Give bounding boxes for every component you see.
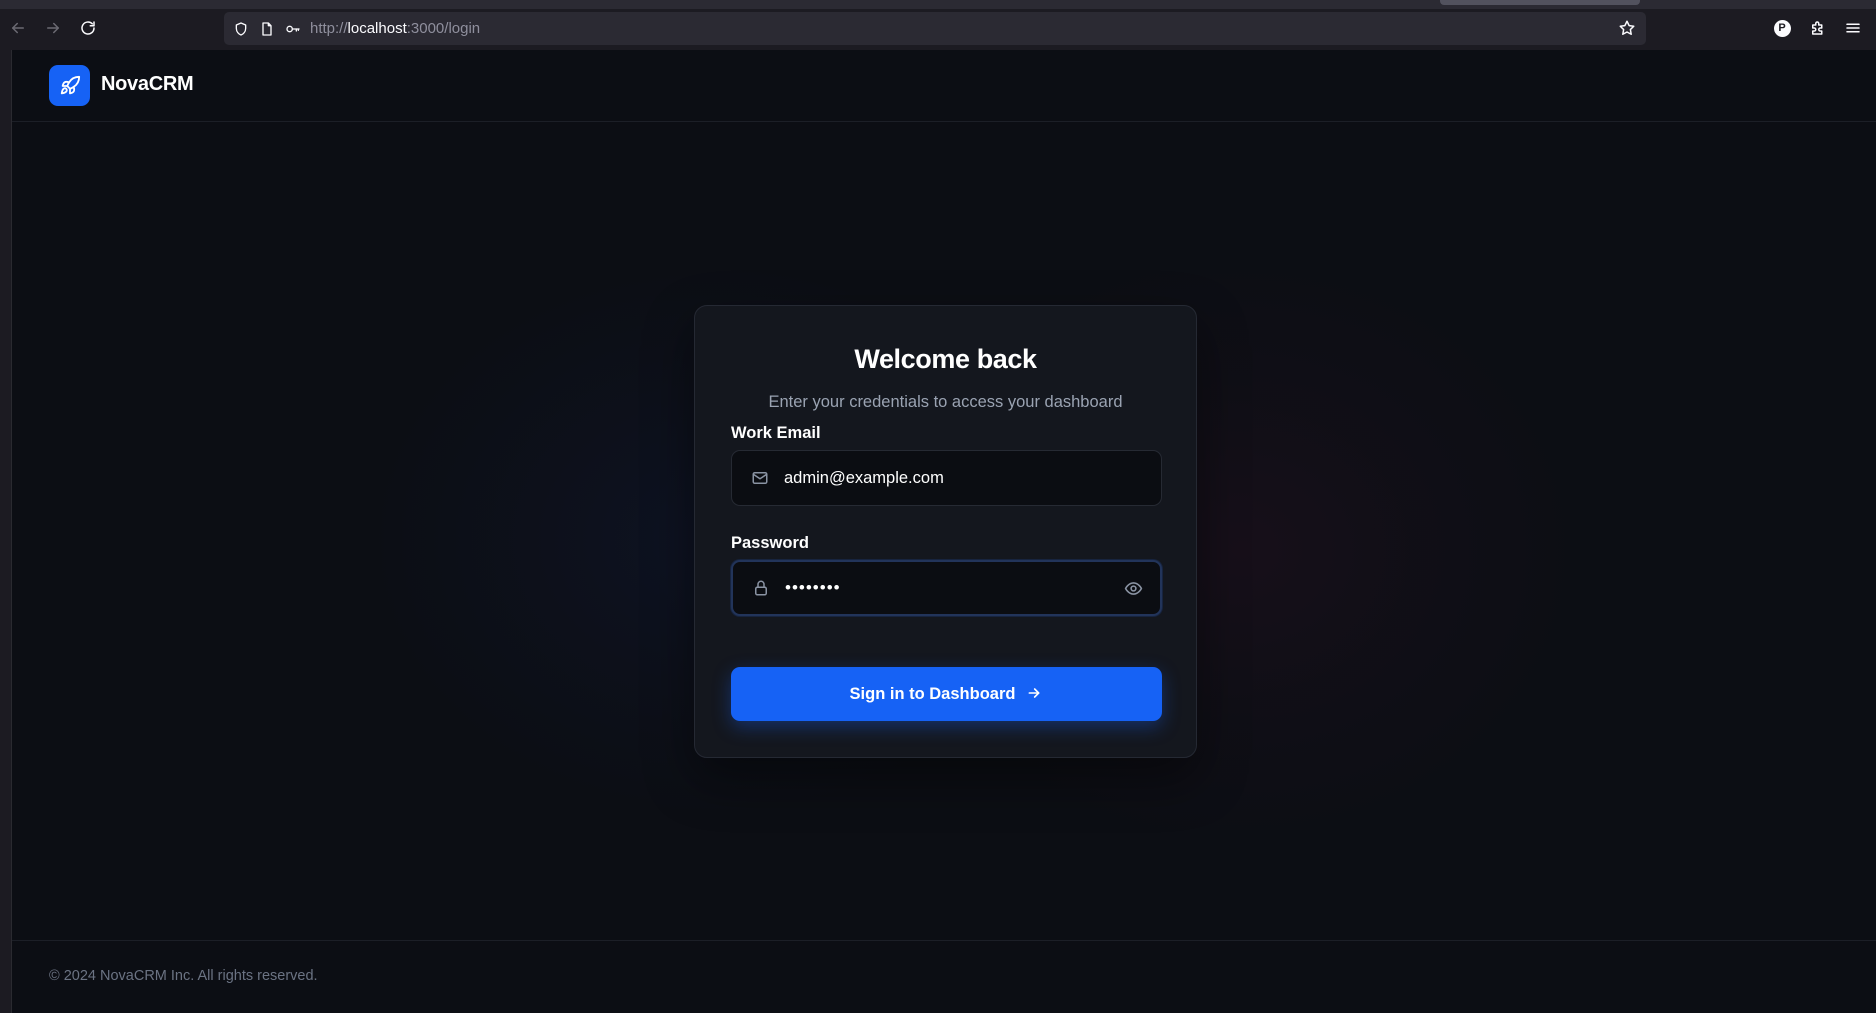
reload-button[interactable] xyxy=(74,14,102,42)
sign-in-label: Sign in to Dashboard xyxy=(849,684,1016,703)
avatar: P xyxy=(1773,19,1791,37)
forward-button[interactable] xyxy=(39,14,67,42)
hamburger-icon xyxy=(1846,23,1860,33)
bookmark-button[interactable] xyxy=(1618,19,1638,39)
active-tab[interactable] xyxy=(1440,0,1640,5)
arrow-right-icon xyxy=(47,22,59,34)
arrow-right-icon xyxy=(1025,685,1043,703)
back-button[interactable] xyxy=(4,14,32,42)
profile-button[interactable]: P xyxy=(1771,17,1793,39)
login-card: Welcome back Enter your credentials to a… xyxy=(694,305,1197,758)
lock-icon xyxy=(751,578,771,598)
brand-logo[interactable] xyxy=(49,65,90,106)
key-icon[interactable] xyxy=(284,20,302,38)
tab-strip xyxy=(0,0,1876,9)
page-viewport: NovaCRM Welcome back Enter your credenti… xyxy=(12,50,1876,1013)
page-icon[interactable] xyxy=(258,20,276,38)
app-header: NovaCRM xyxy=(12,50,1876,122)
copyright-text: © 2024 NovaCRM Inc. All rights reserved. xyxy=(49,968,318,984)
password-value: •••••••• xyxy=(785,578,841,597)
password-visibility-toggle[interactable] xyxy=(1124,579,1144,599)
password-field[interactable]: •••••••• xyxy=(731,560,1162,616)
email-value: admin@example.com xyxy=(784,468,944,487)
shield-icon[interactable] xyxy=(232,20,250,38)
email-field[interactable]: admin@example.com xyxy=(731,450,1162,506)
mail-icon xyxy=(750,468,770,488)
page-subtitle: Enter your credentials to access your da… xyxy=(768,393,1123,411)
password-label: Password xyxy=(731,534,809,552)
sign-in-button[interactable]: Sign in to Dashboard xyxy=(731,667,1162,721)
brand-name[interactable]: NovaCRM xyxy=(101,73,194,96)
url-bar[interactable]: http://localhost:3000/login xyxy=(224,12,1646,45)
browser-toolbar: http://localhost:3000/login P xyxy=(0,0,1876,50)
eye-icon xyxy=(1124,582,1143,595)
extensions-button[interactable] xyxy=(1807,17,1829,39)
url-host: localhost xyxy=(347,20,407,37)
reload-icon xyxy=(81,21,95,35)
page-title: Welcome back xyxy=(854,344,1037,374)
sidebar-gutter xyxy=(0,50,12,1013)
app-footer: © 2024 NovaCRM Inc. All rights reserved. xyxy=(12,940,1876,1013)
rocket-icon xyxy=(60,75,80,94)
url-scheme: http:// xyxy=(310,20,348,37)
url-text[interactable]: http://localhost:3000/login xyxy=(310,20,480,37)
puzzle-icon xyxy=(1812,21,1823,35)
arrow-left-icon xyxy=(12,22,24,34)
star-icon xyxy=(1619,20,1635,35)
email-label: Work Email xyxy=(731,424,821,442)
menu-button[interactable] xyxy=(1842,17,1864,39)
url-path: :3000/login xyxy=(406,20,481,37)
